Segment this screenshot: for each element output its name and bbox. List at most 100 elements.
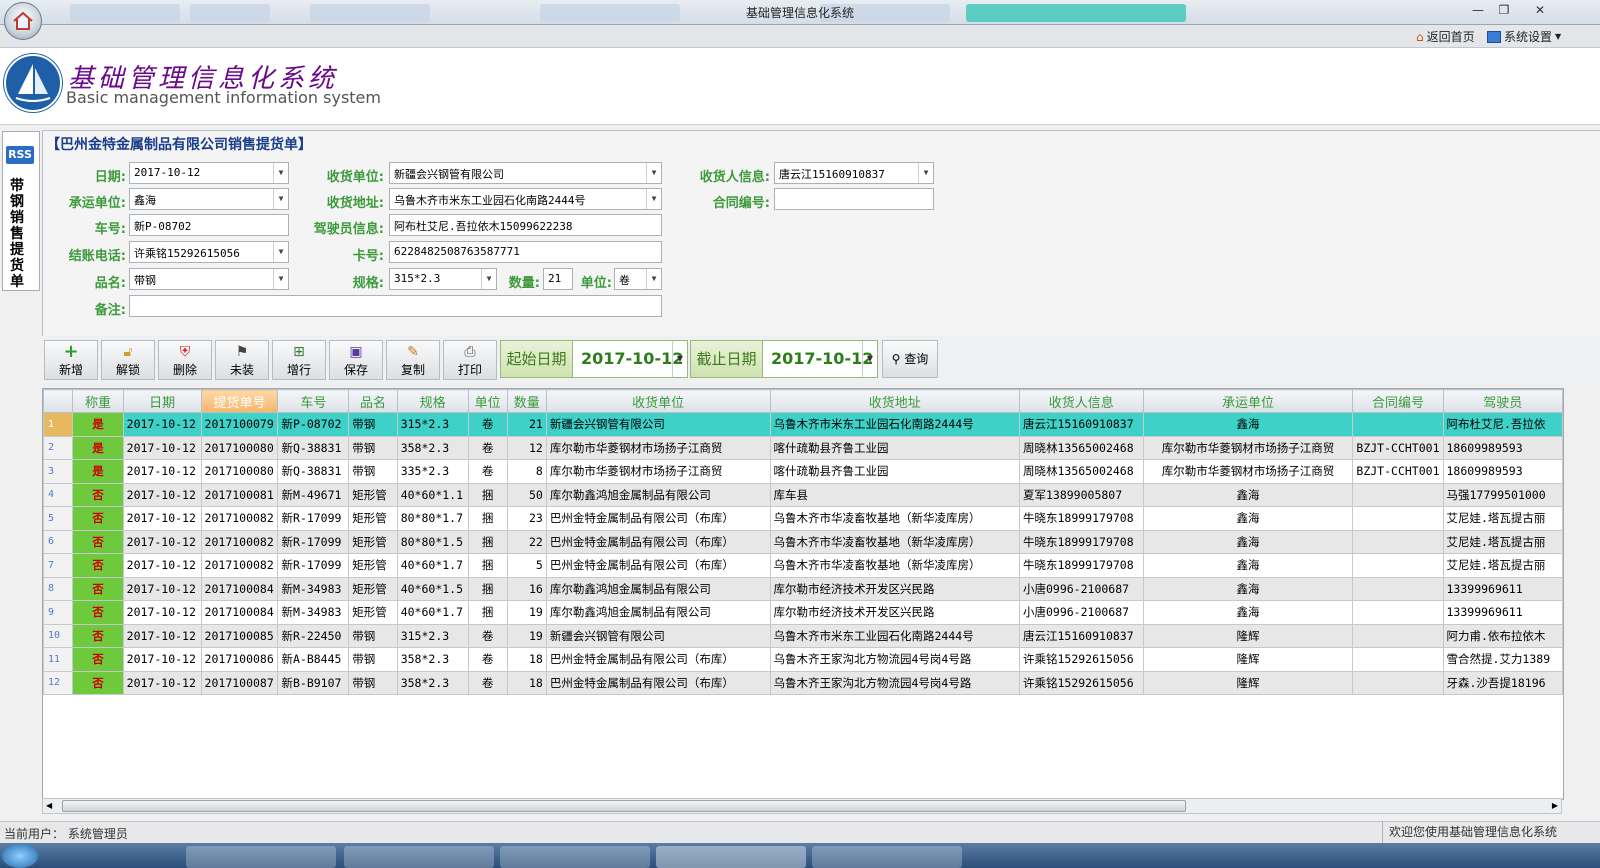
weigh-status-cell[interactable]: 否: [72, 670, 124, 695]
table-cell[interactable]: 卷: [467, 647, 508, 672]
table-cell[interactable]: 新P-08702: [277, 412, 350, 437]
table-cell[interactable]: 带钢: [348, 459, 398, 484]
row-number[interactable]: 4: [43, 482, 74, 507]
table-cell[interactable]: 2017-10-12: [122, 623, 202, 648]
table-cell[interactable]: 新疆会兴钢管有限公司: [545, 412, 771, 437]
column-header[interactable]: 车号: [277, 389, 350, 413]
column-header[interactable]: 称重: [72, 389, 124, 413]
table-cell[interactable]: 40*60*1.7: [396, 600, 469, 625]
delete-button[interactable]: ⛨ 删除: [158, 340, 212, 380]
column-header[interactable]: 收货地址: [769, 389, 1020, 413]
table-cell[interactable]: 2017100079: [200, 412, 279, 437]
chevron-down-icon[interactable]: ▼: [918, 163, 933, 183]
scroll-right-icon[interactable]: ▶: [1552, 799, 1558, 813]
table-cell[interactable]: 2017-10-12: [122, 529, 202, 554]
table-cell[interactable]: 80*80*1.5: [396, 529, 469, 554]
table-cell[interactable]: 315*2.3: [396, 412, 469, 437]
row-number[interactable]: 8: [43, 576, 74, 601]
product-select[interactable]: 带钢 ▼: [129, 268, 289, 290]
table-cell[interactable]: 牛晓东18999179708: [1018, 553, 1144, 578]
table-cell[interactable]: 鑫海: [1142, 412, 1354, 437]
table-cell[interactable]: 乌鲁木齐市华凌畜牧基地（新华凌库房）: [769, 529, 1020, 554]
table-cell[interactable]: BZJT-CCHT001: [1352, 459, 1444, 484]
table-cell[interactable]: 喀什疏勒县齐鲁工业园: [769, 435, 1020, 460]
table-cell[interactable]: 2017100080: [200, 459, 279, 484]
table-cell[interactable]: 喀什疏勒县齐鲁工业园: [769, 459, 1020, 484]
column-header[interactable]: 驾驶员: [1442, 389, 1563, 413]
table-cell[interactable]: 矩形管: [348, 506, 398, 531]
table-cell[interactable]: 带钢: [348, 670, 398, 695]
table-cell[interactable]: 库尔勒市华菱钢材市场扬子江商贸: [545, 435, 771, 460]
table-cell[interactable]: 库尔勒市华菱钢材市场扬子江商贸: [1142, 459, 1354, 484]
unit-select[interactable]: 卷 ▼: [614, 268, 662, 290]
table-row[interactable]: 5 否 2017-10-12 2017100082 新R-17099 矩形管 80*80*1…: [43, 506, 1563, 531]
table-cell[interactable]: 鑫海: [1142, 506, 1354, 531]
chevron-down-icon[interactable]: ▼: [862, 341, 877, 377]
row-number[interactable]: 2: [43, 435, 74, 460]
contract-no-field[interactable]: [774, 188, 934, 210]
table-cell[interactable]: 矩形管: [348, 482, 398, 507]
taskbar-item[interactable]: [344, 846, 494, 868]
column-header[interactable]: 单位: [467, 389, 508, 413]
table-cell[interactable]: 隆辉: [1142, 623, 1354, 648]
table-cell[interactable]: 2017100082: [200, 506, 279, 531]
row-number[interactable]: 9: [43, 600, 74, 625]
receiver-address-select[interactable]: 乌鲁木齐市米东工业园石化南路2444号 ▼: [389, 188, 662, 210]
table-cell[interactable]: 新B-B9107: [277, 670, 350, 695]
weigh-status-cell[interactable]: 是: [72, 412, 124, 437]
table-row[interactable]: 6 否 2017-10-12 2017100082 新R-17099 矩形管 80*80*1…: [43, 529, 1563, 554]
home-orb-button[interactable]: [4, 2, 42, 40]
table-cell[interactable]: 鑫海: [1142, 600, 1354, 625]
chevron-down-icon[interactable]: ▼: [646, 269, 661, 289]
chevron-down-icon[interactable]: ▼: [672, 341, 687, 377]
table-cell[interactable]: 牙森.沙吾提18196: [1442, 670, 1563, 695]
table-cell[interactable]: 巴州金特金属制品有限公司（布库）: [545, 529, 771, 554]
chevron-down-icon[interactable]: ▼: [646, 163, 661, 183]
row-number[interactable]: 5: [43, 506, 74, 531]
table-cell[interactable]: 卷: [467, 459, 508, 484]
table-cell[interactable]: 巴州金特金属制品有限公司（布库）: [545, 553, 771, 578]
table-cell[interactable]: 新M-34983: [277, 576, 350, 601]
table-cell[interactable]: 新疆会兴钢管有限公司: [545, 623, 771, 648]
table-cell[interactable]: 新Q-38831: [277, 435, 350, 460]
column-header[interactable]: 承运单位: [1142, 389, 1354, 413]
add-row-button[interactable]: ⊞ 增行: [272, 340, 326, 380]
table-cell[interactable]: 新M-49671: [277, 482, 350, 507]
table-cell[interactable]: 周晓林13565002468: [1018, 459, 1144, 484]
weigh-status-cell[interactable]: 否: [72, 482, 124, 507]
table-cell[interactable]: 2017100081: [200, 482, 279, 507]
table-cell[interactable]: 新Q-38831: [277, 459, 350, 484]
query-button[interactable]: ⚲ 查询: [882, 340, 938, 378]
table-cell[interactable]: 矩形管: [348, 553, 398, 578]
table-cell[interactable]: 库尔勒市华菱钢材市场扬子江商贸: [1142, 435, 1354, 460]
table-row[interactable]: 2 是 2017-10-12 2017100080 新Q-38831 带钢 358*2.3 卷…: [43, 435, 1563, 460]
table-cell[interactable]: 2017100082: [200, 553, 279, 578]
table-cell[interactable]: 库尔勒市华菱钢材市场扬子江商贸: [545, 459, 771, 484]
table-row[interactable]: 8 否 2017-10-12 2017100084 新M-34983 矩形管 40*60*1…: [43, 576, 1563, 601]
table-cell[interactable]: 新R-17099: [277, 529, 350, 554]
table-cell[interactable]: 鑫海: [1142, 553, 1354, 578]
table-cell[interactable]: 夏军13899005807: [1018, 482, 1144, 507]
table-cell[interactable]: 卷: [467, 670, 508, 695]
table-cell[interactable]: 50: [506, 482, 547, 507]
weigh-status-cell[interactable]: 是: [72, 435, 124, 460]
close-button[interactable]: ✕: [1528, 1, 1552, 19]
table-cell[interactable]: 小唐0996-2100687: [1018, 600, 1144, 625]
table-cell[interactable]: [1352, 553, 1444, 578]
minimize-button[interactable]: —: [1466, 1, 1490, 19]
unlock-button[interactable]: 🔓︎ 解锁: [101, 340, 155, 380]
table-cell[interactable]: 巴州金特金属制品有限公司（布库）: [545, 506, 771, 531]
table-cell[interactable]: 库尔勒鑫鸿旭金属制品有限公司: [545, 576, 771, 601]
table-cell[interactable]: [1352, 647, 1444, 672]
table-cell[interactable]: 带钢: [348, 647, 398, 672]
table-cell[interactable]: 2017-10-12: [122, 647, 202, 672]
table-cell[interactable]: 23: [506, 506, 547, 531]
table-cell[interactable]: 捆: [467, 529, 508, 554]
table-cell[interactable]: 牛晓东18999179708: [1018, 529, 1144, 554]
weigh-status-cell[interactable]: 否: [72, 647, 124, 672]
table-cell[interactable]: 带钢: [348, 435, 398, 460]
table-cell[interactable]: 18609989593: [1442, 435, 1563, 460]
table-cell[interactable]: 库尔勒市经济技术开发区兴民路: [769, 576, 1020, 601]
table-cell[interactable]: 2017100084: [200, 600, 279, 625]
table-row[interactable]: 10 否 2017-10-12 2017100085 新R-22450 带钢 315*2.3…: [43, 623, 1563, 648]
